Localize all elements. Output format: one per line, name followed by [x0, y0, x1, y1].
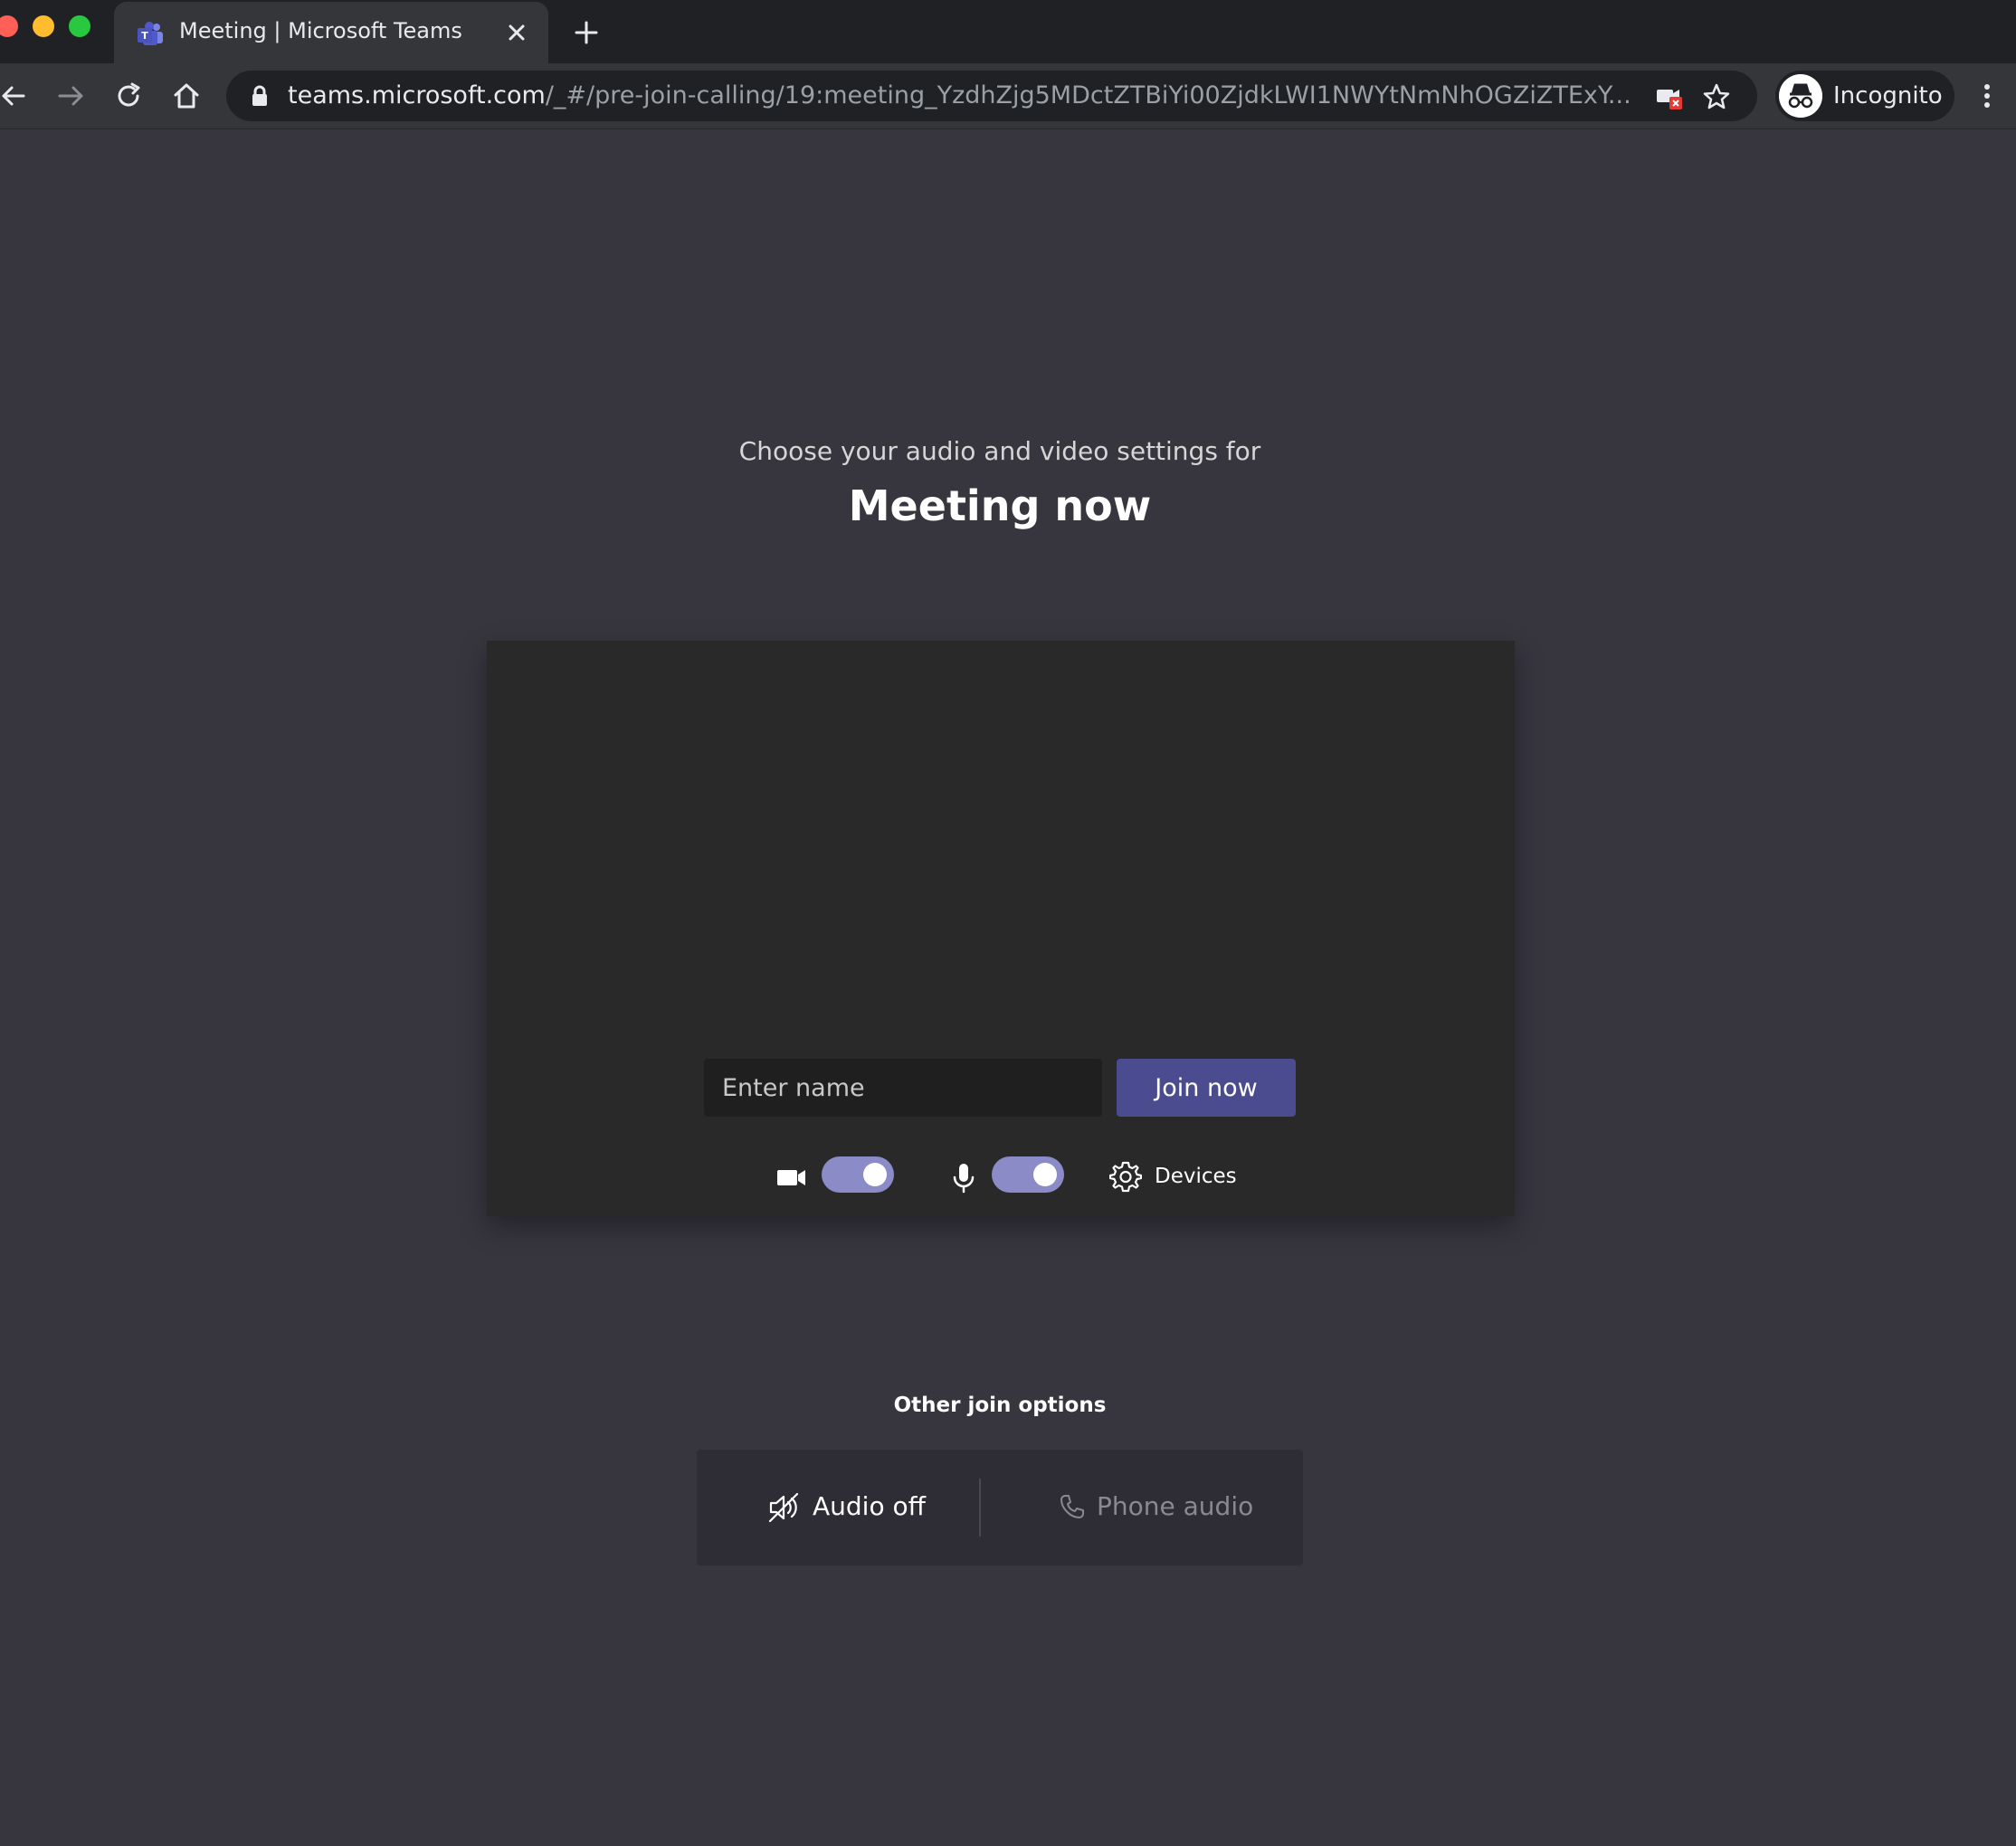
incognito-profile-button[interactable]: Incognito — [1775, 71, 1954, 121]
camera-icon — [777, 1170, 805, 1185]
join-now-button[interactable]: Join now — [1117, 1059, 1296, 1117]
url-host: teams.microsoft.com — [288, 81, 546, 109]
url-path: /_#/pre-join-calling/19:meeting_YzdhZjg5… — [545, 81, 1631, 109]
forward-arrow-icon[interactable] — [54, 80, 87, 112]
phone-audio-button[interactable]: Phone audio — [981, 1450, 1303, 1565]
audio-off-label: Audio off — [813, 1491, 926, 1521]
video-preview-panel: Join now Devices — [487, 641, 1515, 1216]
lock-icon — [252, 85, 267, 106]
browser-tab-active[interactable]: T Meeting | Microsoft Teams — [114, 2, 548, 63]
back-arrow-icon[interactable] — [0, 80, 31, 112]
close-tab-icon[interactable] — [503, 19, 530, 46]
name-input[interactable] — [704, 1059, 1102, 1117]
meeting-title: Meeting now — [848, 481, 1152, 530]
more-menu-icon[interactable] — [1973, 81, 2002, 110]
audio-off-button[interactable]: Audio off — [697, 1450, 979, 1565]
new-tab-icon[interactable] — [572, 18, 601, 47]
prejoin-subtitle: Choose your audio and video settings for — [738, 436, 1261, 466]
address-bar[interactable]: teams.microsoft.com/_#/pre-join-calling/… — [226, 71, 1757, 121]
url-text: teams.microsoft.com/_#/pre-join-calling/… — [288, 81, 1645, 109]
camera-blocked-icon[interactable] — [1654, 81, 1685, 112]
camera-toggle-knob — [863, 1163, 887, 1186]
phone-icon — [1060, 1495, 1084, 1518]
bookmark-star-icon[interactable] — [1701, 81, 1732, 112]
reload-icon[interactable] — [112, 80, 145, 112]
maximize-window-button[interactable] — [69, 15, 90, 37]
home-icon[interactable] — [170, 80, 203, 112]
tab-title: Meeting | Microsoft Teams — [179, 18, 462, 43]
gear-icon[interactable] — [1109, 1160, 1142, 1193]
phone-audio-label: Phone audio — [1097, 1491, 1254, 1521]
browser-tab-strip: T Meeting | Microsoft Teams — [0, 0, 2016, 63]
microphone-toggle[interactable] — [992, 1156, 1064, 1193]
other-join-options-panel: Audio off Phone audio — [697, 1450, 1303, 1565]
profile-label: Incognito — [1833, 82, 1943, 109]
speaker-off-icon — [768, 1492, 799, 1523]
microphone-icon — [953, 1164, 975, 1194]
other-join-options-heading: Other join options — [893, 1394, 1107, 1417]
minimize-window-button[interactable] — [33, 15, 54, 37]
svg-text:T: T — [141, 30, 148, 42]
camera-toggle[interactable] — [822, 1156, 894, 1193]
browser-toolbar: teams.microsoft.com/_#/pre-join-calling/… — [0, 63, 2016, 129]
teams-logo-icon: T — [138, 22, 163, 45]
devices-button-label[interactable]: Devices — [1155, 1165, 1237, 1188]
incognito-icon — [1779, 74, 1822, 118]
close-window-button[interactable] — [0, 15, 18, 37]
microphone-toggle-knob — [1033, 1163, 1057, 1186]
